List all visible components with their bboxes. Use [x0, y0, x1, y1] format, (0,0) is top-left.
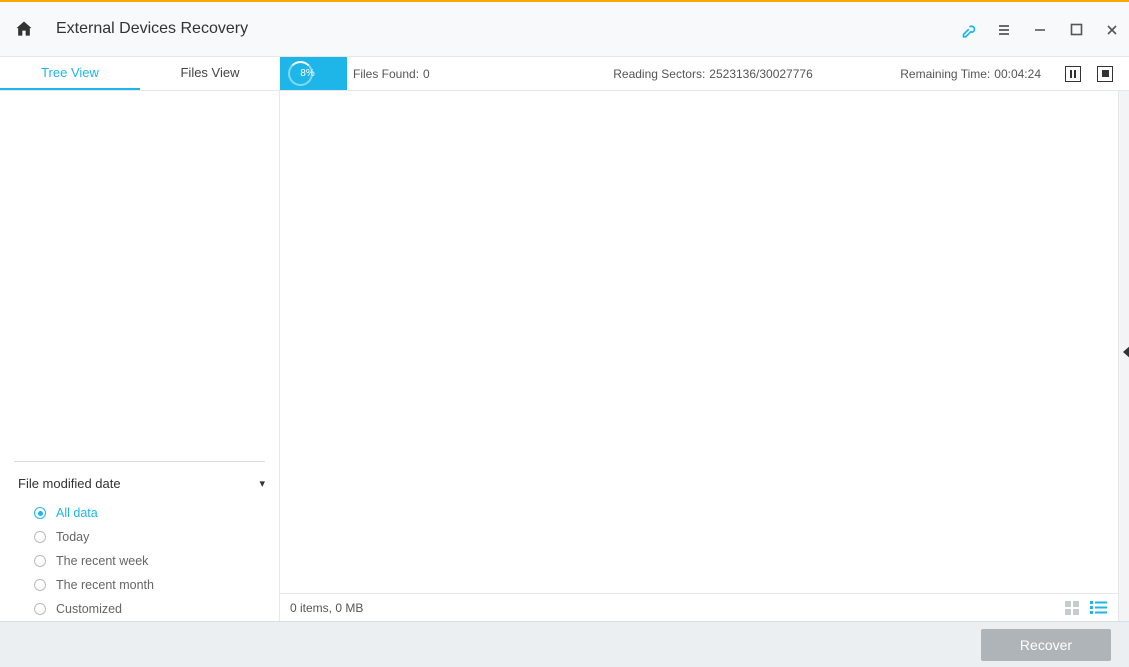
filter-option[interactable]: Customized — [14, 597, 265, 621]
results-pane: 0 items, 0 MB — [280, 91, 1119, 621]
filter-option[interactable]: Today — [14, 525, 265, 549]
files-found-label: Files Found: — [353, 67, 419, 81]
key-icon[interactable] — [959, 21, 977, 39]
maximize-button[interactable] — [1067, 21, 1085, 39]
remaining-time-label: Remaining Time: — [900, 67, 990, 81]
filter-option[interactable]: The recent week — [14, 549, 265, 573]
filter-heading-label: File modified date — [18, 476, 121, 491]
radio-icon — [34, 531, 46, 543]
preview-rail[interactable] — [1119, 91, 1129, 621]
recover-button[interactable]: Recover — [981, 629, 1111, 661]
stop-button[interactable] — [1097, 66, 1113, 82]
filter-option-label: Customized — [56, 602, 122, 616]
minimize-button[interactable] — [1031, 21, 1049, 39]
menu-icon[interactable] — [995, 21, 1013, 39]
files-found: Files Found: 0 — [347, 57, 577, 90]
radio-icon — [34, 579, 46, 591]
tree-panel — [0, 91, 279, 461]
tab-files-view[interactable]: Files View — [140, 57, 280, 90]
progress-percent: 8% — [300, 68, 314, 79]
radio-icon — [34, 555, 46, 567]
list-view-icon[interactable] — [1090, 600, 1108, 616]
filter-option-label: Today — [56, 530, 89, 544]
filter-heading[interactable]: File modified date ▾ — [14, 470, 265, 501]
radio-icon — [34, 603, 46, 615]
expand-arrow-icon[interactable] — [1123, 345, 1129, 359]
filter-option-label: The recent week — [56, 554, 148, 568]
filter-option-label: The recent month — [56, 578, 154, 592]
files-found-value: 0 — [423, 67, 430, 81]
remaining-time: Remaining Time: 00:04:24 — [849, 57, 1049, 90]
reading-sectors-value: 2523136/30027776 — [709, 67, 812, 81]
titlebar: External Devices Recovery — [0, 2, 1129, 57]
remaining-time-value: 00:04:24 — [994, 67, 1041, 81]
scan-status-row: Tree View Files View 8% Files Found: 0 R… — [0, 57, 1129, 91]
filter-option[interactable]: The recent month — [14, 573, 265, 597]
radio-icon — [34, 507, 46, 519]
page-title: External Devices Recovery — [56, 20, 248, 38]
sidebar: File modified date ▾ All data Today The re… — [0, 91, 280, 621]
status-summary: 0 items, 0 MB — [290, 601, 363, 615]
scan-progress: 8% — [280, 57, 347, 90]
reading-sectors: Reading Sectors: 2523136/30027776 — [577, 57, 849, 90]
close-button[interactable] — [1103, 21, 1121, 39]
status-bar: 0 items, 0 MB — [280, 593, 1118, 621]
tab-tree-view[interactable]: Tree View — [0, 57, 140, 90]
filter-option[interactable]: All data — [14, 501, 265, 525]
footer: Recover — [0, 621, 1129, 667]
reading-sectors-label: Reading Sectors: — [613, 67, 705, 81]
chevron-down-icon: ▾ — [259, 477, 265, 490]
grid-view-icon[interactable] — [1064, 600, 1080, 616]
filter-option-label: All data — [56, 506, 98, 520]
home-icon[interactable] — [14, 19, 34, 39]
pause-button[interactable] — [1065, 66, 1081, 82]
